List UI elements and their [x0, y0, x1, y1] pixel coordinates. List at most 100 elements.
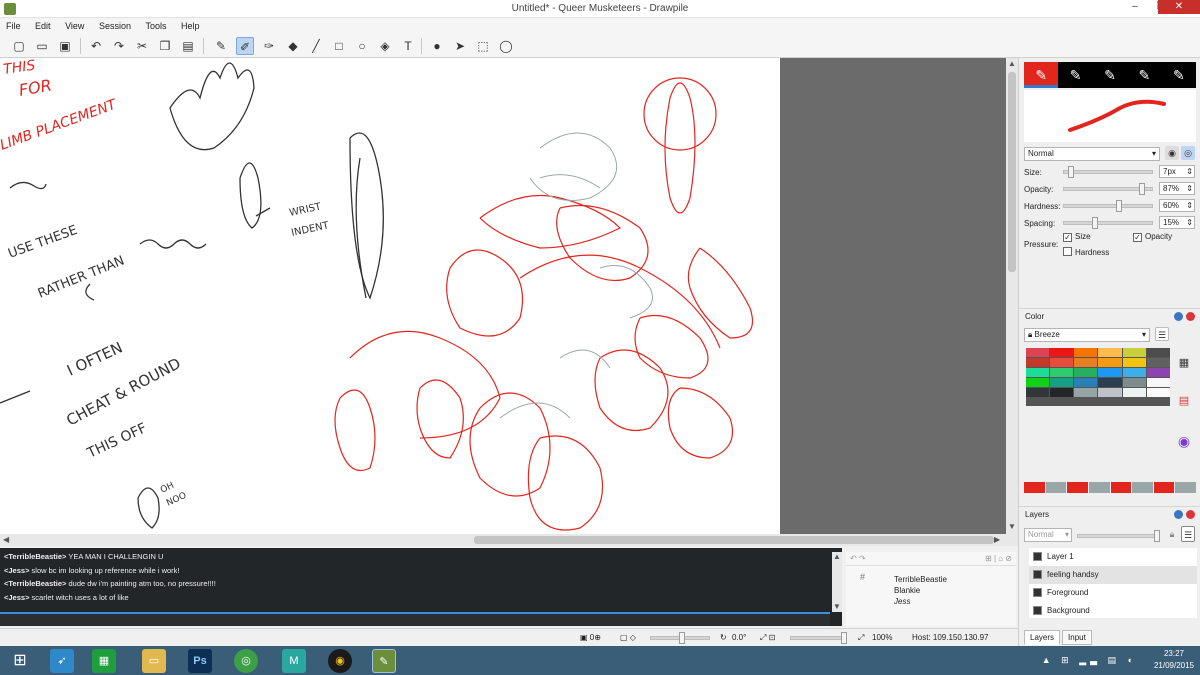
pressure-size-checkbox[interactable]: ✓ Size [1063, 232, 1091, 242]
color-swatch[interactable] [1122, 388, 1146, 397]
color-swatch[interactable] [1074, 358, 1098, 367]
color-swatch[interactable] [1098, 388, 1122, 397]
layer-item[interactable]: Foreground [1029, 584, 1197, 602]
recording-icon[interactable]: ▣ 0⊕ [580, 633, 601, 642]
redo-icon[interactable]: ↷ [859, 554, 866, 563]
color-swatch[interactable] [1098, 368, 1122, 377]
rotate-icon[interactable]: ↻ [720, 633, 727, 642]
recent-color-swatch[interactable] [1024, 482, 1045, 493]
color-swatch[interactable] [1050, 378, 1074, 387]
palette-menu-icon[interactable]: ☰ [1155, 327, 1169, 341]
hardness-slider[interactable] [1063, 200, 1153, 212]
hardness-slider-knob[interactable] [1116, 200, 1122, 212]
scroll-left-icon[interactable]: ◀ [3, 535, 9, 544]
copy-icon[interactable]: ❐ [156, 37, 174, 55]
fit-view-icon[interactable]: ⤢ ⊡ [760, 633, 775, 643]
user-actions-icon[interactable]: ⊞ | ⌂ ⊘ [985, 552, 1012, 566]
rectangle-tool-icon[interactable]: □ [330, 37, 348, 55]
scroll-right-icon[interactable]: ▶ [994, 535, 1000, 544]
text-tool-icon[interactable]: T [399, 37, 417, 55]
opacity-slider[interactable] [1063, 183, 1153, 195]
store-icon[interactable]: ▦ [92, 649, 116, 673]
eraser-tool-icon[interactable]: ◆ [284, 37, 302, 55]
minimize-button[interactable]: – [1122, 0, 1148, 14]
layer-item[interactable]: feeling handsy [1029, 566, 1197, 584]
color-swatch[interactable] [1122, 378, 1146, 387]
color-swatch[interactable] [1026, 358, 1050, 367]
chrome-icon[interactable]: ◎ [234, 649, 258, 673]
color-swatch[interactable] [1146, 368, 1170, 377]
layer-opacity-slider[interactable] [1077, 530, 1160, 542]
layer-menu-icon[interactable]: ☰ [1181, 526, 1195, 542]
drawpile-taskbar-icon[interactable]: ✎ [372, 649, 396, 673]
color-swatch[interactable] [1074, 378, 1098, 387]
layer-visibility-icon[interactable] [1033, 588, 1042, 597]
scroll-up-icon[interactable]: ▲ [833, 552, 841, 561]
pressure-hardness-checkbox[interactable]: Hardness [1063, 247, 1109, 257]
recent-color-swatch[interactable] [1045, 482, 1067, 493]
scroll-down-icon[interactable]: ▼ [833, 602, 841, 611]
color-swatch[interactable] [1146, 348, 1170, 357]
opacity-slider-knob[interactable] [1139, 183, 1145, 195]
color-wheel-icon[interactable]: ◉ [1175, 432, 1193, 450]
undo-icon[interactable]: ↶ [87, 37, 105, 55]
system-tray-icons[interactable]: ▲ ⊞ ▂▃ ▤ ◖ [1042, 655, 1136, 666]
zoom-icon[interactable]: ⤢ [858, 633, 864, 643]
app-rocket-icon[interactable]: ➶ [50, 649, 74, 673]
layer-visibility-icon[interactable] [1033, 570, 1042, 579]
recent-colors[interactable] [1024, 482, 1196, 493]
spacing-slider-knob[interactable] [1092, 217, 1098, 229]
ellipse-tool-icon[interactable]: ○ [353, 37, 371, 55]
photoshop-icon[interactable]: Ps [188, 649, 212, 673]
redo-icon[interactable]: ↷ [110, 37, 128, 55]
color-swatch[interactable] [1026, 388, 1050, 397]
color-swatch[interactable] [1050, 368, 1074, 377]
recent-color-swatch[interactable] [1153, 482, 1175, 493]
vertical-scroll-thumb[interactable] [1008, 72, 1016, 272]
opacity-spinbox[interactable]: 87% [1159, 182, 1195, 195]
pressure-toggle-icon[interactable]: ◉ [1165, 146, 1179, 160]
maya-icon[interactable]: M [282, 649, 306, 673]
lock-status-icon[interactable]: ▢ ◇ [620, 633, 636, 642]
horizontal-scroll-thumb[interactable] [474, 536, 994, 544]
pressure-opacity-checkbox[interactable]: ✓ Opacity [1133, 232, 1172, 242]
canvas-view[interactable]: THIS FOR LIMB PLACEMENT USE THESE RATHER… [0, 58, 1018, 546]
menu-tools[interactable]: Tools [139, 18, 172, 34]
layer-visibility-icon[interactable] [1033, 552, 1042, 561]
close-button[interactable]: ✕ [1158, 0, 1200, 14]
color-swatch[interactable] [1050, 358, 1074, 367]
size-slider-knob[interactable] [1068, 166, 1074, 178]
menu-view[interactable]: View [59, 18, 90, 34]
new-document-icon[interactable]: ▢ [10, 37, 28, 55]
recent-color-swatch[interactable] [1067, 482, 1088, 493]
canvas-horizontal-scrollbar[interactable]: ◀ ▶ [0, 534, 1018, 546]
chat-scrollbar[interactable]: ▲ ▼ [832, 552, 842, 612]
start-button-icon[interactable]: ⊞ [8, 649, 32, 673]
float-panel-icon[interactable] [1174, 312, 1183, 321]
color-swatch[interactable] [1146, 358, 1170, 367]
zoom-slider[interactable] [790, 632, 847, 644]
spacing-slider[interactable] [1063, 217, 1153, 229]
menu-edit[interactable]: Edit [29, 18, 57, 34]
brush-slot-3[interactable]: ✎ [1093, 62, 1127, 88]
selection-tool-icon[interactable]: ⬚ [474, 37, 492, 55]
color-swatch[interactable] [1098, 348, 1122, 357]
annotation-tool-icon[interactable]: ◯ [497, 37, 515, 55]
paste-icon[interactable]: ▤ [179, 37, 197, 55]
color-swatch[interactable] [1026, 378, 1050, 387]
color-swatch[interactable] [1098, 378, 1122, 387]
color-swatch[interactable] [1050, 388, 1074, 397]
save-icon[interactable]: ▣ [56, 37, 74, 55]
palette-select[interactable]: 🔒︎ Breeze ▾ [1024, 328, 1150, 342]
color-swatch[interactable] [1122, 358, 1146, 367]
menu-file[interactable]: File [0, 18, 27, 34]
brush-slot-5[interactable]: ✎ [1162, 62, 1196, 88]
layer-item[interactable]: Background [1029, 602, 1197, 620]
rotation-knob[interactable] [679, 632, 685, 644]
color-swatch[interactable] [1050, 348, 1074, 357]
size-spinbox[interactable]: 7px [1159, 165, 1195, 178]
menu-help[interactable]: Help [175, 18, 206, 34]
color-swatch[interactable] [1074, 388, 1098, 397]
color-swatch[interactable] [1122, 368, 1146, 377]
media-player-icon[interactable]: ◉ [328, 649, 352, 673]
